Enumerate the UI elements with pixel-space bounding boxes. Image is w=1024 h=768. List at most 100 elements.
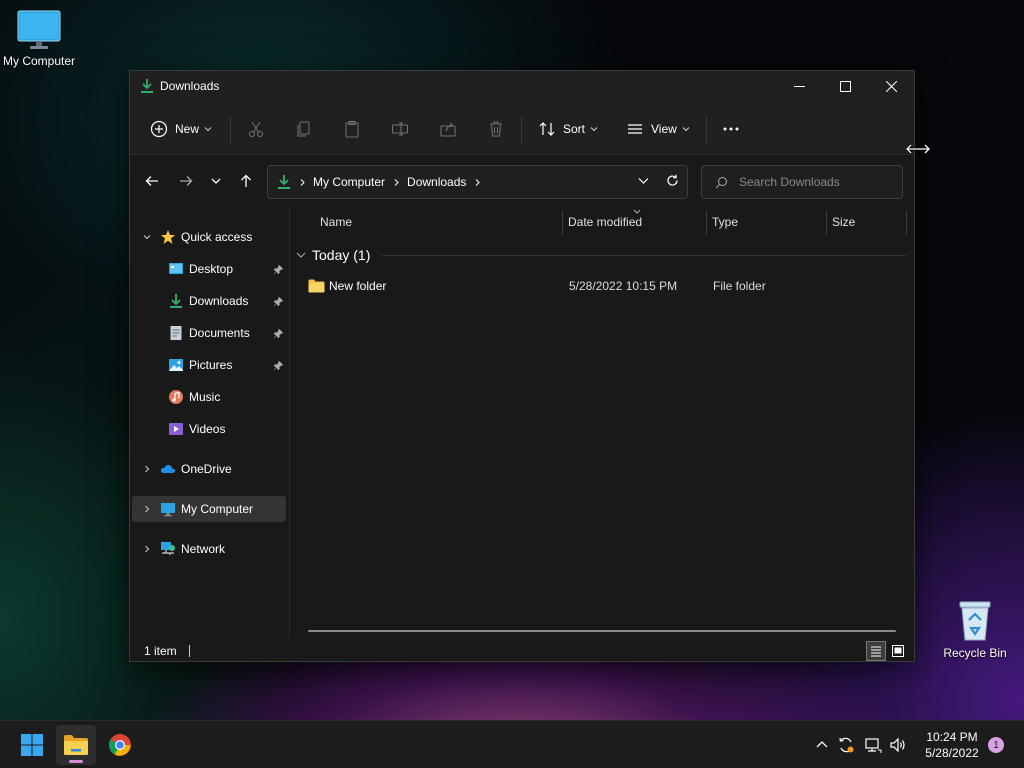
view-label: View: [651, 122, 677, 136]
sidebar-item-documents[interactable]: Documents: [132, 320, 286, 346]
breadcrumb-downloads[interactable]: Downloads: [407, 175, 466, 189]
close-button[interactable]: [868, 71, 914, 101]
column-header-label: Name: [320, 215, 353, 229]
sort-icon: [539, 122, 555, 136]
column-resize-handle[interactable]: [826, 211, 827, 235]
share-button[interactable]: [439, 116, 457, 142]
sidebar-item-label: My Computer: [181, 502, 254, 516]
search-box[interactable]: [701, 165, 903, 199]
title-bar[interactable]: Downloads: [130, 71, 914, 101]
sidebar-item-desktop[interactable]: Desktop: [132, 256, 286, 282]
back-button[interactable]: [142, 172, 162, 190]
chevron-down-icon: [590, 127, 598, 132]
download-icon: [141, 79, 153, 93]
address-dropdown-icon[interactable]: [637, 174, 650, 187]
sidebar-item-network[interactable]: Network: [132, 536, 286, 562]
recent-locations-button[interactable]: [206, 172, 226, 190]
tray-volume-button[interactable]: [889, 736, 907, 754]
forward-button[interactable]: [176, 172, 196, 190]
group-divider: [382, 255, 906, 256]
sort-button[interactable]: Sort: [538, 116, 598, 142]
address-bar[interactable]: My Computer Downloads: [267, 165, 688, 199]
up-button[interactable]: [236, 172, 256, 190]
taskbar-clock[interactable]: 10:24 PM 5/28/2022: [910, 729, 994, 761]
notification-badge[interactable]: 1: [988, 737, 1004, 753]
sidebar-item-onedrive[interactable]: OneDrive: [132, 456, 286, 482]
status-bar: 1 item: [130, 639, 914, 663]
column-header-size[interactable]: Size: [832, 207, 906, 237]
more-options-button[interactable]: [722, 116, 740, 142]
view-list-icon: [628, 124, 642, 134]
sidebar-tree: Quick access Desktop Downloads Documents…: [130, 207, 289, 639]
column-header-name[interactable]: Name: [320, 207, 562, 237]
toolbar-separator: [706, 117, 707, 143]
column-header-label: Type: [712, 215, 739, 229]
desktop-icon-my-computer[interactable]: My Computer: [0, 10, 81, 68]
refresh-icon[interactable]: [666, 174, 679, 187]
breadcrumb-my-computer[interactable]: My Computer: [313, 175, 385, 189]
chevron-down-icon[interactable]: [143, 233, 151, 241]
horizontal-scrollbar[interactable]: [308, 630, 896, 632]
taskbar-chrome[interactable]: [100, 725, 140, 765]
column-resize-handle[interactable]: [906, 211, 907, 235]
pin-icon[interactable]: [273, 296, 284, 307]
sidebar-item-label: Network: [181, 542, 226, 556]
group-header-today[interactable]: Today (1): [296, 245, 370, 265]
minimize-button[interactable]: [776, 71, 822, 101]
sidebar-item-pictures[interactable]: Pictures: [132, 352, 286, 378]
sidebar-item-label: Quick access: [181, 230, 253, 244]
group-header-label: Today (1): [312, 247, 371, 263]
search-icon: [715, 176, 727, 188]
paste-button[interactable]: [343, 116, 361, 142]
pin-icon[interactable]: [273, 360, 284, 371]
chevron-right-icon[interactable]: [143, 545, 151, 553]
copy-icon: [297, 121, 310, 137]
cut-button[interactable]: [247, 116, 265, 142]
taskbar-file-explorer[interactable]: [56, 725, 96, 765]
sidebar-item-label: Pictures: [189, 358, 233, 372]
desktop-icon-label: My Computer: [2, 54, 76, 68]
arrow-left-icon: [145, 176, 158, 186]
clipboard-icon: [345, 121, 359, 138]
share-icon: [440, 122, 456, 137]
pin-icon[interactable]: [273, 328, 284, 339]
search-input[interactable]: [739, 175, 889, 189]
tray-network-button[interactable]: [864, 736, 882, 754]
maximize-icon: [839, 80, 851, 92]
table-row[interactable]: New folder 5/28/2022 10:15 PM File folde…: [298, 273, 908, 299]
sidebar-item-videos[interactable]: Videos: [132, 416, 286, 442]
videos-icon: [169, 423, 183, 435]
sidebar-item-downloads[interactable]: Downloads: [132, 288, 286, 314]
maximize-button[interactable]: [822, 71, 868, 101]
view-button[interactable]: View: [626, 116, 690, 142]
rename-button[interactable]: [391, 116, 409, 142]
new-button[interactable]: New: [150, 116, 212, 142]
sidebar-item-music[interactable]: Music: [132, 384, 286, 410]
column-header-date-modified[interactable]: Date modified: [568, 207, 706, 237]
plus-circle-icon: [150, 120, 168, 138]
windows-logo-icon: [21, 734, 43, 756]
column-header-type[interactable]: Type: [712, 207, 826, 237]
start-button[interactable]: [12, 725, 52, 765]
active-app-indicator: [69, 760, 83, 763]
column-resize-handle[interactable]: [706, 211, 707, 235]
column-resize-handle[interactable]: [562, 211, 563, 235]
close-icon: [885, 80, 897, 92]
details-view-button[interactable]: [866, 641, 886, 661]
toolbar-separator: [230, 117, 231, 143]
tray-update-button[interactable]: [837, 736, 855, 754]
file-date-modified: 5/28/2022 10:15 PM: [569, 279, 678, 293]
chevron-right-icon[interactable]: [143, 505, 151, 513]
sidebar-item-quick-access[interactable]: Quick access: [132, 224, 286, 250]
sort-label: Sort: [563, 122, 586, 136]
copy-button[interactable]: [295, 116, 313, 142]
chevron-down-icon: [204, 127, 212, 132]
trash-icon: [490, 121, 502, 137]
tiles-view-button[interactable]: [888, 641, 908, 661]
desktop-icon-recycle-bin[interactable]: Recycle Bin: [933, 598, 1017, 660]
tray-overflow-button[interactable]: [813, 736, 831, 754]
sidebar-item-my-computer[interactable]: My Computer: [132, 496, 286, 522]
pin-icon[interactable]: [273, 264, 284, 275]
chevron-right-icon[interactable]: [143, 465, 151, 473]
delete-button[interactable]: [487, 116, 505, 142]
